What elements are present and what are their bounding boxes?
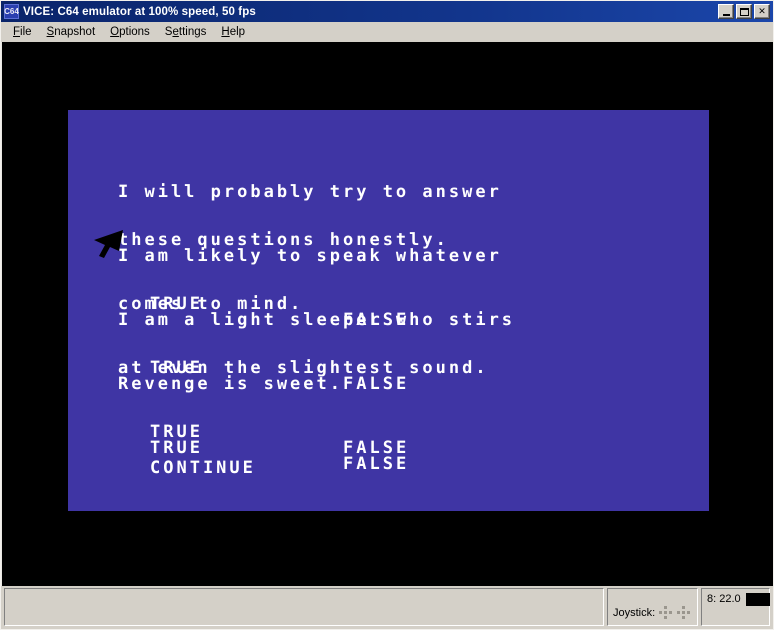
question-4-line-1: Revenge is sweet.: [118, 374, 343, 394]
menu-item-help[interactable]: Help: [214, 24, 253, 40]
continue-button[interactable]: CONTINUE: [150, 460, 256, 477]
drive-led-indicator: [745, 593, 770, 606]
question-1-line-1: I will probably try to answer: [118, 182, 502, 202]
question-4-false-option[interactable]: FALSE: [343, 456, 409, 473]
question-2-line-1: I am likely to speak whatever: [118, 246, 502, 266]
joystick-port-2-icon: [677, 606, 691, 619]
joystick-label: Joystick:: [613, 607, 656, 619]
menu-item-options[interactable]: Options: [103, 24, 158, 40]
question-3-line-1: I am a light sleeper who stirs: [118, 310, 516, 330]
menu-item-file[interactable]: File: [6, 24, 40, 40]
vice-app-icon: C64: [4, 4, 19, 19]
joystick-indicator: [659, 606, 691, 619]
emulator-canvas[interactable]: I will probably try to answer these ques…: [1, 42, 773, 586]
drive-status-text: 8: 22.0: [707, 593, 741, 605]
title-bar[interactable]: C64 VICE: C64 emulator at 100% speed, 50…: [1, 1, 773, 22]
status-bar: Joystick: 8: 22.0: [1, 586, 773, 629]
maximize-button[interactable]: [736, 4, 752, 19]
status-drive-panel[interactable]: 8: 22.0: [701, 588, 770, 626]
menu-bar: File Snapshot Options Settings Help: [1, 22, 773, 42]
vice-emulator-window: C64 VICE: C64 emulator at 100% speed, 50…: [0, 0, 774, 630]
status-joystick-panel[interactable]: Joystick:: [607, 588, 698, 626]
status-speed-panel: [4, 588, 604, 626]
c64-screen[interactable]: I will probably try to answer these ques…: [68, 110, 709, 511]
minimize-button[interactable]: [718, 4, 734, 19]
menu-item-settings[interactable]: Settings: [158, 24, 215, 40]
window-controls: ✕: [718, 4, 770, 19]
close-button[interactable]: ✕: [754, 4, 770, 19]
menu-item-snapshot[interactable]: Snapshot: [40, 24, 104, 40]
question-4-true-option[interactable]: TRUE: [150, 440, 203, 457]
window-title: VICE: C64 emulator at 100% speed, 50 fps: [23, 5, 256, 18]
question-4-answers: TRUE FALSE: [118, 424, 406, 473]
question-block-4: Revenge is sweet. TRUE FALSE: [118, 344, 406, 473]
joystick-port-1-icon: [659, 606, 673, 619]
